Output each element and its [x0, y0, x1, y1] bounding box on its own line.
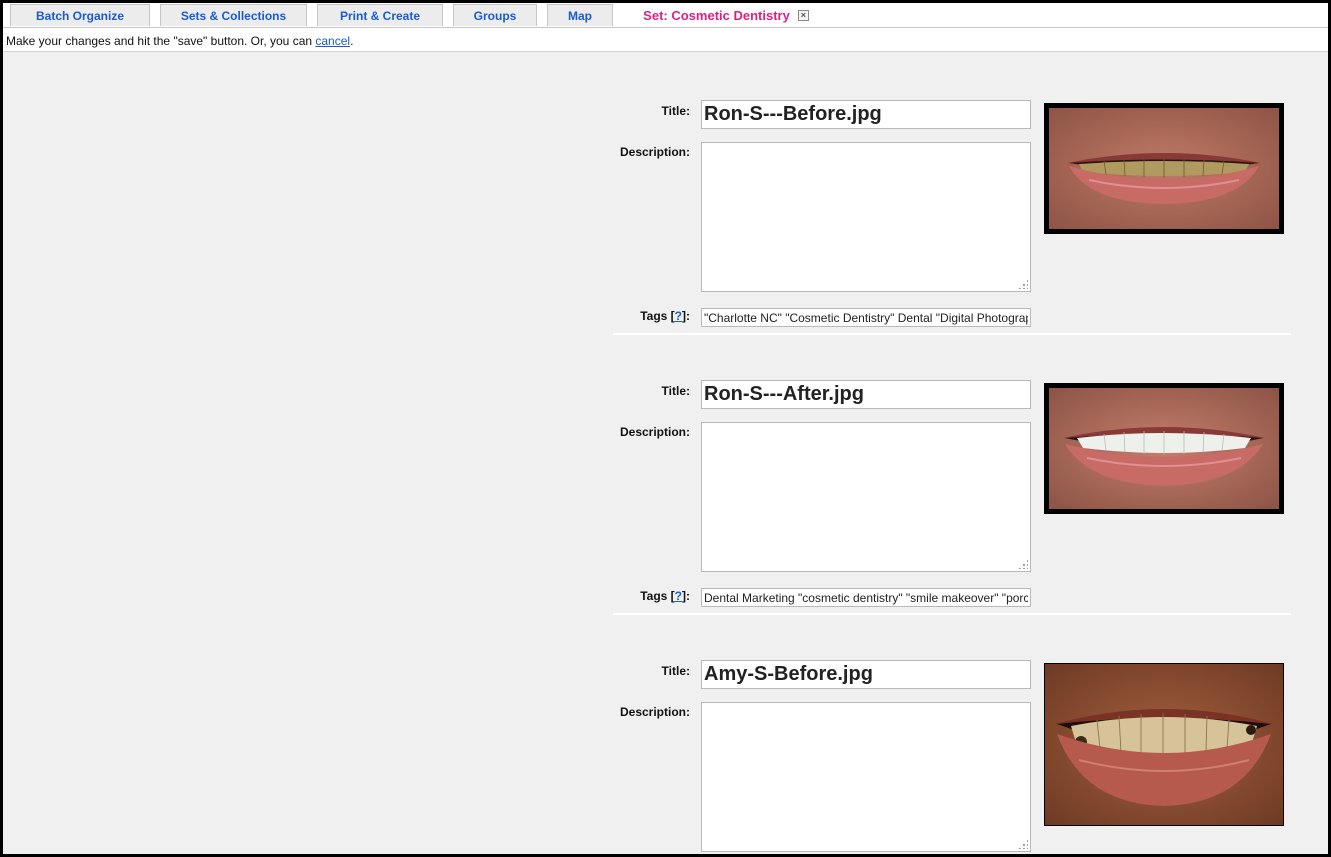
close-tab-icon[interactable]: ×	[797, 10, 809, 21]
title-input[interactable]	[701, 100, 1031, 129]
tab-sets-collections[interactable]: Sets & Collections	[160, 4, 307, 26]
tags-input[interactable]	[701, 308, 1031, 327]
title-input[interactable]	[701, 380, 1031, 409]
photo-thumbnail[interactable]	[1044, 103, 1284, 234]
smile-photo	[1049, 388, 1279, 509]
cancel-link[interactable]: cancel	[315, 34, 350, 48]
title-input[interactable]	[701, 660, 1031, 689]
description-input[interactable]	[701, 142, 1031, 292]
tags-label-prefix: Tags [	[640, 589, 675, 603]
tags-input[interactable]	[701, 588, 1031, 607]
smile-photo	[1045, 664, 1283, 825]
instruction-bar: Make your changes and hit the "save" but…	[3, 28, 1328, 52]
tags-help-link[interactable]: ?	[675, 309, 682, 323]
tags-label-suffix: ]:	[682, 309, 690, 323]
photo-thumbnail[interactable]	[1044, 383, 1284, 514]
tab-print-create[interactable]: Print & Create	[317, 4, 443, 26]
title-label: Title:	[661, 664, 690, 678]
tab-label: Set: Cosmetic Dentistry	[643, 8, 790, 23]
description-label: Description:	[619, 705, 690, 719]
description-input[interactable]	[701, 422, 1031, 572]
app-frame: Batch Organize Sets & Collections Print …	[3, 3, 1328, 854]
instruction-text: Make your changes and hit the "save" but…	[6, 34, 316, 48]
tab-map[interactable]: Map	[547, 4, 613, 26]
tab-bar: Batch Organize Sets & Collections Print …	[3, 3, 1328, 28]
tab-groups[interactable]: Groups	[453, 4, 537, 26]
entry-divider	[613, 613, 1291, 615]
title-label: Title:	[661, 104, 690, 118]
photo-entry: Title: Description: Tags [?]:	[613, 380, 1291, 616]
title-label: Title:	[661, 384, 690, 398]
tab-label: Map	[568, 8, 592, 23]
smile-photo	[1049, 108, 1279, 229]
entry-divider	[613, 333, 1291, 335]
tab-label: Sets & Collections	[180, 8, 287, 23]
tags-label-suffix: ]:	[682, 589, 690, 603]
tags-label-prefix: Tags [	[640, 309, 675, 323]
description-label: Description:	[619, 425, 690, 439]
description-input[interactable]	[701, 702, 1031, 852]
tags-help-link[interactable]: ?	[675, 589, 682, 603]
tags-label: Tags [?]:	[613, 309, 690, 323]
instruction-tail: .	[350, 34, 354, 48]
photo-thumbnail[interactable]	[1044, 663, 1284, 826]
tags-label: Tags [?]:	[613, 589, 690, 603]
tab-set-cosmetic-dentistry[interactable]: Set: Cosmetic Dentistry ×	[623, 4, 829, 26]
photo-entry: Title: Description:	[613, 660, 1291, 854]
photo-entry: Title: Description: Tags [?]:	[613, 100, 1291, 336]
tab-batch-organize[interactable]: Batch Organize	[10, 4, 150, 26]
tab-label: Print & Create	[339, 8, 421, 23]
tab-label: Groups	[473, 8, 517, 23]
tab-label: Batch Organize	[35, 8, 125, 23]
description-label: Description:	[619, 145, 690, 159]
